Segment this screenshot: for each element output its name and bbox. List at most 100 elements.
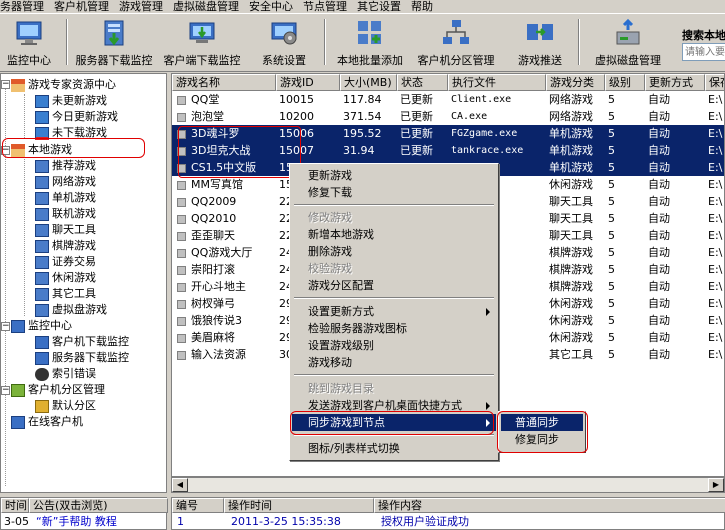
tree-item-server-monitor[interactable]: 服务器下载监控 (35, 350, 129, 366)
cell-name: 3D魂斗罗 (191, 127, 240, 140)
col-header-number[interactable]: 编号 (172, 498, 224, 513)
cell-size: 117.84 (343, 93, 382, 106)
col-header-exe[interactable]: 执行文件 (448, 74, 546, 91)
menu-item-delete-game[interactable]: 删除游戏 (292, 243, 496, 260)
menu-security[interactable]: 安全中心 (244, 0, 298, 13)
cell-name: QQ2009 (191, 195, 237, 208)
announcement-link[interactable]: “新”手帮助 教程 (33, 514, 117, 530)
tree-local-games[interactable]: 本地游戏 (11, 142, 72, 158)
menu-item-sync-to-node[interactable]: 同步游戏到节点 (292, 414, 496, 431)
tree-item-single-games[interactable]: 单机游戏 (35, 190, 96, 206)
tree-item-vdisk-games[interactable]: 虚拟盘游戏 (35, 302, 107, 318)
collapse-toggle[interactable]: − (1, 146, 10, 155)
scroll-right-button[interactable]: ▶ (708, 478, 724, 492)
menu-item-set-update-mode[interactable]: 设置更新方式 (292, 303, 496, 320)
game-category-icon (35, 255, 49, 269)
tree-item-chat-tools[interactable]: 聊天工具 (35, 222, 96, 238)
cell-category: 休闲游戏 (549, 331, 593, 344)
tree-item-default-partition[interactable]: 默认分区 (35, 398, 96, 414)
collapse-toggle[interactable]: − (1, 386, 10, 395)
game-icon (177, 130, 186, 139)
tree-item-chess-games[interactable]: 棋牌游戏 (35, 238, 96, 254)
menu-game[interactable]: 游戏管理 (114, 0, 168, 13)
tree-item-other-tools[interactable]: 其它工具 (35, 286, 96, 302)
tree-resource-center[interactable]: 游戏专家资源中心 (11, 77, 116, 93)
menu-help[interactable]: 帮助 (406, 0, 438, 13)
menu-item-jump-to-directory[interactable]: 跳到游戏目录 (292, 380, 496, 397)
tree-item-not-updated[interactable]: 未更新游戏 (35, 93, 107, 109)
menu-item-toggle-view[interactable]: 图标/列表样式切换 (292, 440, 496, 457)
menu-item-check-server-icons[interactable]: 检验服务器游戏图标 (292, 320, 496, 337)
toolbar-separator (578, 19, 580, 65)
cell-save: E:\ (708, 195, 723, 208)
menu-item-set-game-level[interactable]: 设置游戏级别 (292, 337, 496, 354)
home-icon (11, 78, 25, 92)
monitor-center-button[interactable]: 监控中心 (0, 17, 58, 71)
tree-item-recommended[interactable]: 推荐游戏 (35, 158, 96, 174)
tree-online-clients[interactable]: 在线客户机 (11, 414, 83, 430)
tree-item-lan-games[interactable]: 联机游戏 (35, 206, 96, 222)
menu-item-partition-config[interactable]: 游戏分区配置 (292, 277, 496, 294)
col-header-update-mode[interactable]: 更新方式 (645, 74, 705, 91)
category-tree[interactable]: − 游戏专家资源中心 未更新游戏 今日更新游戏 未下载游戏 − 本地游戏 推荐游… (0, 73, 167, 493)
col-header-size[interactable]: 大小(MB) (340, 74, 397, 91)
scroll-left-button[interactable]: ◀ (172, 478, 188, 492)
col-header-id[interactable]: 游戏ID (276, 74, 340, 91)
menu-server[interactable]: 务器管理 (0, 0, 49, 13)
col-header-op-time[interactable]: 操作时间 (224, 498, 374, 513)
col-header-announcement[interactable]: 公告(双击浏览) (29, 498, 168, 513)
collapse-toggle[interactable]: − (1, 80, 10, 89)
tree-partition-mgmt[interactable]: 客户机分区管理 (11, 382, 105, 398)
menu-settings[interactable]: 其它设置 (352, 0, 406, 13)
menu-node[interactable]: 节点管理 (298, 0, 352, 13)
menu-item-send-shortcut[interactable]: 发送游戏到客户机桌面快捷方式 (292, 397, 496, 414)
tree-item-index-errors[interactable]: 索引错误 (35, 366, 96, 382)
menu-item-move-game[interactable]: 游戏移动 (292, 354, 496, 371)
tree-item-casual-games[interactable]: 休闲游戏 (35, 270, 96, 286)
col-header-category[interactable]: 游戏分类 (546, 74, 605, 91)
menu-item-verify-game[interactable]: 校验游戏 (292, 260, 496, 277)
tree-item-today-updated[interactable]: 今日更新游戏 (35, 109, 118, 125)
cell-size: 371.54 (343, 110, 382, 123)
tree-item-not-downloaded[interactable]: 未下载游戏 (35, 125, 107, 141)
system-settings-button[interactable]: 系统设置 (252, 17, 316, 71)
col-header-save[interactable]: 保存 (705, 74, 724, 91)
tree-item-online-games[interactable]: 网络游戏 (35, 174, 96, 190)
cell-id: 15006 (279, 127, 314, 140)
menu-item-update-game[interactable]: 更新游戏 (292, 167, 496, 184)
submenu-repair-sync[interactable]: 修复同步 (501, 431, 583, 448)
search-input[interactable] (682, 43, 725, 61)
cell-mode: 自动 (648, 195, 670, 208)
horizontal-scrollbar[interactable]: ◀ ▶ (171, 477, 725, 493)
col-header-status[interactable]: 状态 (397, 74, 448, 91)
tree-item-stocks[interactable]: 证券交易 (35, 254, 96, 270)
table-row[interactable]: 3D魂斗罗 15006 195.52 已更新 FGZgame.exe 单机游戏 5 自动 E:\ (172, 125, 724, 142)
submenu-normal-sync[interactable]: 普通同步 (501, 414, 583, 431)
cell-name: 树杈弹弓 (191, 297, 235, 310)
menu-client[interactable]: 客户机管理 (49, 0, 114, 13)
client-download-monitor-button[interactable]: 客户端下载监控 (160, 17, 244, 71)
tree-item-client-monitor[interactable]: 客户机下载监控 (35, 334, 129, 350)
menu-item-add-local-game[interactable]: 新增本地游戏 (292, 226, 496, 243)
menu-vdisk[interactable]: 虚拟磁盘管理 (168, 0, 244, 13)
client-partition-button[interactable]: 客户机分区管理 (414, 17, 498, 71)
cell-level: 5 (608, 212, 615, 225)
cell-category: 休闲游戏 (549, 178, 593, 191)
collapse-toggle[interactable]: − (1, 322, 10, 331)
col-header-time[interactable]: 时间 (1, 498, 29, 513)
table-row[interactable]: 3D坦克大战 15007 31.94 已更新 tankrace.exe 单机游戏 5 自动 E:… (172, 142, 724, 159)
tree-monitor-center[interactable]: 监控中心 (11, 318, 72, 334)
table-row[interactable]: QQ堂 10015 117.84 已更新 Client.exe 网络游戏 5 自动 E:\ (172, 91, 724, 108)
virtual-disk-button[interactable]: 虚拟磁盘管理 (586, 17, 670, 71)
col-header-name[interactable]: 游戏名称 (172, 74, 276, 91)
table-row[interactable]: 泡泡堂 10200 371.54 已更新 CA.exe 网络游戏 5 自动 E:\ (172, 108, 724, 125)
menu-item-repair-download[interactable]: 修复下载 (292, 184, 496, 201)
server-download-monitor-button[interactable]: 服务器下载监控 (72, 17, 156, 71)
cell-name: 崇阳打滚 (191, 263, 235, 276)
game-category-icon (35, 159, 49, 173)
col-header-op-content[interactable]: 操作内容 (374, 498, 725, 513)
game-push-button[interactable]: 游戏推送 (508, 17, 572, 71)
menu-item-edit-game[interactable]: 修改游戏 (292, 209, 496, 226)
col-header-level[interactable]: 级别 (605, 74, 645, 91)
local-batch-add-button[interactable]: 本地批量添加 (330, 17, 410, 71)
